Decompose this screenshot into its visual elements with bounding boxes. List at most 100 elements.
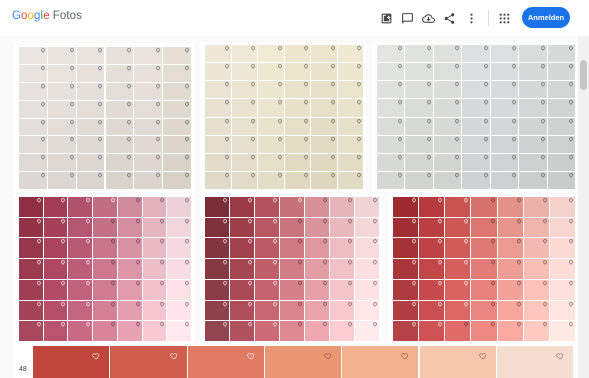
heart-icon xyxy=(68,118,75,125)
heart-icon xyxy=(134,238,141,245)
color-swatch xyxy=(68,197,93,217)
heart-icon xyxy=(272,321,278,328)
heart-icon xyxy=(222,280,228,286)
color-swatch xyxy=(255,279,279,300)
heart-icon xyxy=(479,353,486,360)
heart-icon xyxy=(222,217,228,224)
chart-page-corals xyxy=(388,194,578,344)
heart-icon xyxy=(511,63,517,69)
color-swatch xyxy=(68,259,93,279)
more-options-button[interactable] xyxy=(462,9,480,27)
add-to-album-button[interactable] xyxy=(377,9,395,27)
color-swatch xyxy=(462,135,490,153)
heart-icon xyxy=(247,217,253,224)
color-swatch xyxy=(462,171,490,189)
color-swatch xyxy=(105,172,134,189)
comment-button[interactable] xyxy=(398,9,416,27)
color-swatch xyxy=(433,171,462,189)
heart-icon xyxy=(39,118,46,125)
color-swatch xyxy=(305,238,329,259)
heart-icon xyxy=(329,153,336,160)
color-swatch xyxy=(284,99,310,117)
heart-icon xyxy=(110,259,116,265)
google-apps-button[interactable] xyxy=(495,9,513,27)
heart-icon xyxy=(39,136,46,143)
heart-icon xyxy=(223,99,230,106)
color-swatch xyxy=(311,45,337,63)
heart-icon xyxy=(454,81,461,88)
heart-icon xyxy=(85,217,91,224)
heart-icon xyxy=(97,82,104,89)
color-swatch xyxy=(117,321,142,341)
heart-icon xyxy=(222,259,228,265)
color-swatch xyxy=(497,321,523,341)
heart-icon xyxy=(39,154,46,161)
heart-icon xyxy=(347,259,353,265)
color-swatch xyxy=(405,153,433,171)
heart-icon xyxy=(539,153,546,160)
comment-icon xyxy=(401,12,413,24)
color-swatch xyxy=(231,153,257,171)
heart-icon xyxy=(126,100,133,107)
color-swatch xyxy=(490,81,519,99)
color-swatch xyxy=(230,217,254,238)
heart-icon xyxy=(97,65,104,71)
color-swatch xyxy=(355,321,379,341)
color-swatch xyxy=(305,321,329,341)
color-swatch xyxy=(471,300,497,321)
share-button[interactable] xyxy=(440,9,458,27)
color-swatch xyxy=(547,135,575,153)
color-swatch xyxy=(280,238,304,259)
heart-icon xyxy=(397,81,404,88)
heart-icon xyxy=(437,321,444,328)
heart-icon xyxy=(97,118,104,125)
color-swatch xyxy=(445,197,471,217)
heart-icon xyxy=(134,280,141,286)
color-swatch xyxy=(167,197,191,217)
color-swatch xyxy=(255,321,279,341)
color-swatch xyxy=(523,279,549,300)
heart-icon xyxy=(511,172,517,178)
color-swatch xyxy=(377,45,405,63)
heart-icon xyxy=(437,238,444,245)
scrollbar-thumb[interactable] xyxy=(580,60,587,90)
color-swatch xyxy=(330,300,354,321)
heart-icon xyxy=(329,81,336,88)
heart-icon xyxy=(85,259,91,265)
heart-icon xyxy=(126,118,133,125)
heart-icon xyxy=(568,238,574,245)
color-swatch xyxy=(330,279,354,300)
heart-icon xyxy=(35,217,42,224)
color-swatch xyxy=(393,259,419,279)
google-photos-logo[interactable]: Google Fotos xyxy=(12,10,82,22)
color-swatch xyxy=(523,321,549,341)
color-swatch xyxy=(280,321,304,341)
download-button[interactable] xyxy=(419,9,437,27)
heart-icon xyxy=(155,47,161,53)
heart-icon xyxy=(85,321,91,328)
photo-viewer xyxy=(0,36,578,378)
color-swatch xyxy=(330,238,354,259)
heart-icon xyxy=(397,99,404,106)
heart-icon xyxy=(411,238,417,245)
color-swatch xyxy=(134,136,163,154)
color-swatch xyxy=(231,135,257,153)
heart-icon xyxy=(85,238,91,245)
color-swatch xyxy=(393,300,419,321)
color-swatch xyxy=(258,45,284,63)
heart-icon xyxy=(184,300,190,307)
chart-page-berries xyxy=(14,194,194,344)
color-swatch xyxy=(405,63,433,81)
sign-in-button[interactable]: Anmelden xyxy=(522,7,570,28)
heart-icon xyxy=(303,81,309,88)
large-color-swatch xyxy=(342,346,419,378)
heart-icon xyxy=(126,65,133,71)
color-swatch xyxy=(76,118,105,136)
color-swatch xyxy=(258,63,284,81)
heart-icon xyxy=(437,300,444,307)
color-swatch xyxy=(134,82,163,100)
heart-icon xyxy=(223,172,230,178)
color-swatch xyxy=(355,217,379,238)
color-swatch xyxy=(205,117,231,135)
heart-icon xyxy=(463,321,470,328)
